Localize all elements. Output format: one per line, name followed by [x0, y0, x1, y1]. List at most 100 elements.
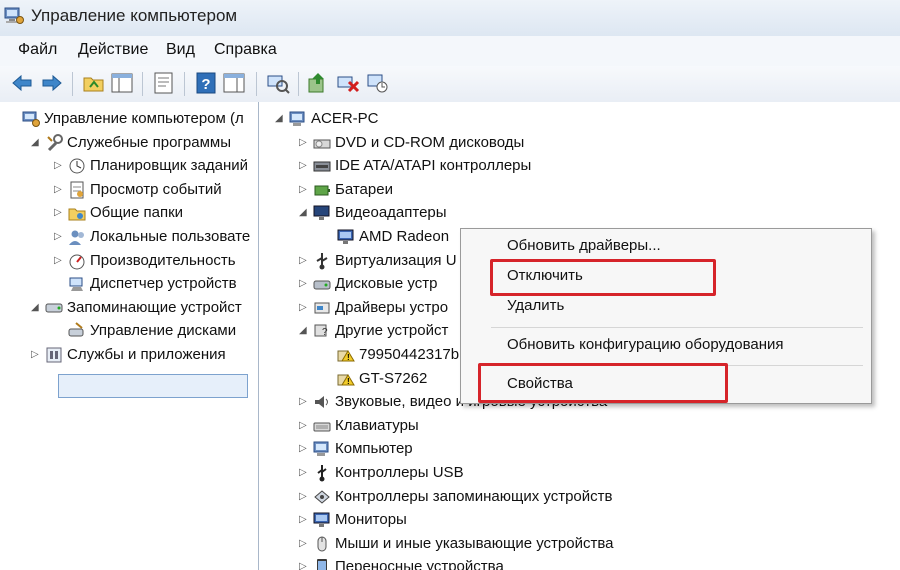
title-bar: Управление компьютером — [0, 0, 900, 36]
context-menu-separator — [491, 327, 863, 328]
update-driver-icon[interactable] — [306, 71, 330, 95]
tree-collapsed-icon[interactable]: ▷ — [299, 179, 309, 201]
device-node-label: AMD Radeon — [359, 228, 450, 245]
tree-node-label: Служебные программы — [67, 133, 231, 151]
storage-controller-icon — [313, 488, 331, 506]
disk-management-icon — [68, 322, 86, 340]
device-node-label: GT-S7262 — [359, 369, 428, 387]
tree-node-label: Управление дисками — [90, 322, 237, 340]
portable-devices-icon — [313, 558, 331, 570]
menu-help[interactable]: Справка — [214, 41, 277, 59]
tree-node-label: Общие папки — [90, 204, 184, 222]
tree-node-label: Диспетчер устройств — [90, 275, 237, 293]
device-node-label: Мониторы — [335, 511, 407, 529]
device-node-label: Дисковые устр — [335, 275, 438, 293]
show-hide-tree-icon[interactable] — [110, 71, 134, 95]
disk-drive-icon — [313, 275, 331, 293]
menu-bar: Файл Действие Вид Справка — [0, 36, 900, 67]
tree-collapsed-icon[interactable]: ▷ — [54, 155, 64, 177]
device-node-label: Виртуализация U — [335, 251, 457, 269]
uninstall-device-icon[interactable] — [336, 71, 360, 95]
tree-collapsed-icon[interactable]: ▷ — [299, 132, 309, 154]
usb-virtualization-icon — [313, 252, 331, 270]
highlight-box-disable — [490, 259, 716, 296]
context-menu-scan-hardware[interactable]: Обновить конфигурацию оборудования — [507, 336, 784, 353]
context-menu-update-drivers[interactable]: Обновить драйверы... — [507, 237, 661, 254]
window-title: Управление компьютером — [31, 6, 238, 25]
highlight-box-properties — [478, 363, 728, 403]
device-node-label: Клавиатуры — [335, 416, 419, 434]
back-arrow-icon[interactable] — [10, 71, 34, 95]
toolbar: ? — [0, 66, 900, 103]
device-node-label: Драйверы устро — [335, 298, 449, 316]
services-icon — [45, 346, 63, 364]
performance-icon — [68, 252, 86, 270]
tree-collapsed-icon[interactable]: ▷ — [299, 462, 309, 484]
device-node-label: Контроллеры запоминающих устройств — [335, 487, 613, 505]
device-node-label: Мыши и иные указывающие устройства — [335, 534, 614, 552]
toolbar-separator — [72, 72, 73, 96]
tree-collapsed-icon[interactable]: ▷ — [54, 226, 64, 248]
tree-collapsed-icon[interactable]: ▷ — [299, 273, 309, 295]
drivers-icon — [313, 299, 331, 317]
menu-action[interactable]: Действие — [78, 41, 148, 59]
tree-expanded-icon[interactable]: ◢ — [299, 320, 309, 342]
tree-collapsed-icon[interactable]: ▷ — [299, 556, 309, 570]
tree-node-label: Службы и приложения — [67, 346, 226, 363]
tree-collapsed-icon[interactable]: ▷ — [54, 250, 64, 272]
device-node-label: ACER-PC — [311, 110, 379, 127]
scan-hardware-icon[interactable] — [266, 71, 290, 95]
tree-collapsed-icon[interactable]: ▷ — [299, 415, 309, 437]
tree-node-label: Локальные пользовате — [90, 228, 251, 245]
toolbar-separator — [142, 72, 143, 96]
toolbar-separator — [256, 72, 257, 96]
usb-controller-icon — [313, 464, 331, 482]
context-menu-uninstall[interactable]: Удалить — [507, 297, 564, 314]
computer-icon — [289, 110, 307, 128]
forward-arrow-icon[interactable] — [40, 71, 64, 95]
task-scheduler-icon — [68, 157, 86, 175]
tree-collapsed-icon[interactable]: ▷ — [299, 391, 309, 413]
tree-collapsed-icon[interactable]: ▷ — [299, 438, 309, 460]
tree-expanded-icon[interactable]: ◢ — [31, 297, 41, 319]
selection-highlight — [58, 374, 248, 398]
tree-collapsed-icon[interactable]: ▷ — [299, 533, 309, 555]
menu-view[interactable]: Вид — [166, 41, 195, 59]
tree-collapsed-icon[interactable]: ▷ — [299, 486, 309, 508]
tree-collapsed-icon[interactable]: ▷ — [31, 344, 41, 366]
tree-expanded-icon[interactable]: ◢ — [31, 132, 41, 154]
unknown-device-icon: ! — [337, 346, 355, 364]
up-folder-icon[interactable] — [82, 71, 106, 95]
navigation-tree-pane[interactable]: Управление компьютером (л ◢ Служебные прог… — [0, 102, 259, 570]
mouse-icon — [313, 535, 331, 553]
tree-collapsed-icon[interactable]: ▷ — [54, 179, 64, 201]
tree-collapsed-icon[interactable]: ▷ — [299, 509, 309, 531]
svg-text:!: ! — [347, 353, 350, 362]
tree-collapsed-icon[interactable]: ▷ — [54, 202, 64, 224]
tree-expanded-icon[interactable]: ◢ — [275, 108, 285, 130]
help-icon[interactable]: ? — [194, 71, 218, 95]
tree-collapsed-icon[interactable]: ▷ — [299, 155, 309, 177]
shared-folders-icon — [68, 204, 86, 222]
battery-icon — [313, 181, 331, 199]
show-hide-action-pane-icon[interactable] — [222, 71, 246, 95]
tree-expanded-icon[interactable]: ◢ — [299, 202, 309, 224]
tree-collapsed-icon[interactable]: ▷ — [299, 250, 309, 272]
device-node-label: IDE ATA/ATAPI контроллеры — [335, 157, 532, 175]
monitor-icon — [313, 511, 331, 529]
svg-text:?: ? — [201, 76, 210, 93]
disable-device-icon[interactable] — [366, 71, 390, 95]
tree-node-label: Производительность — [90, 251, 236, 269]
device-node-label: Компьютер — [335, 440, 413, 458]
tree-node-label: Просмотр событий — [90, 180, 222, 198]
properties-icon[interactable] — [152, 71, 176, 95]
tree-node-label: Управление компьютером (л — [44, 110, 244, 127]
unknown-device-icon: ! — [337, 370, 355, 388]
storage-icon — [45, 299, 63, 317]
other-devices-icon: ? — [313, 322, 331, 340]
display-adapter-icon — [313, 204, 331, 222]
device-node-label: Батареи — [335, 180, 393, 198]
menu-file[interactable]: Файл — [18, 41, 57, 59]
tree-collapsed-icon[interactable]: ▷ — [299, 297, 309, 319]
device-node-label: Контроллеры USB — [335, 464, 464, 481]
